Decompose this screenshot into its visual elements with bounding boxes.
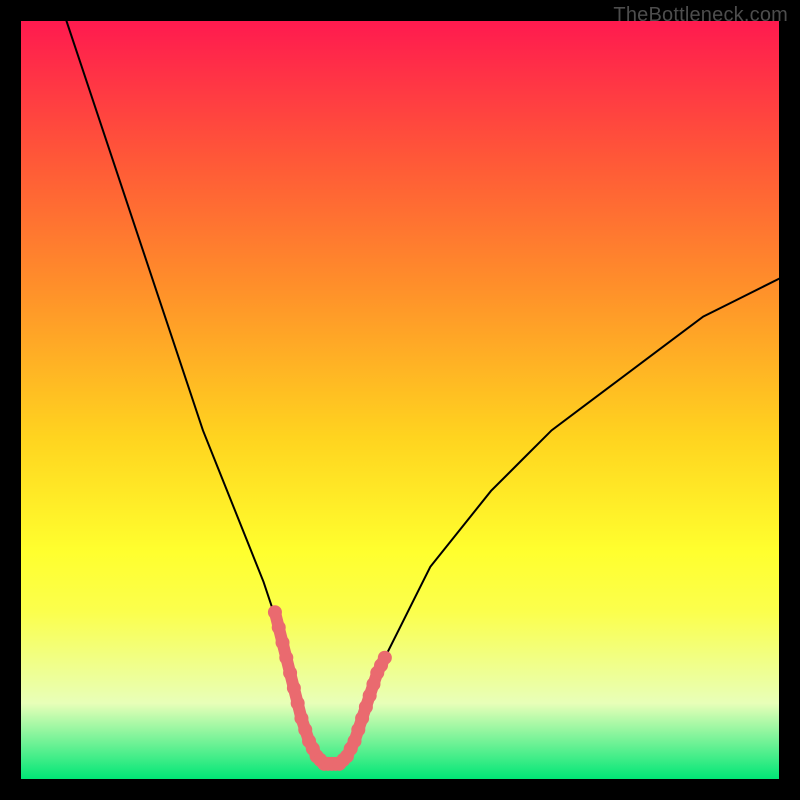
highlight-dot bbox=[287, 681, 301, 695]
highlight-dot bbox=[378, 651, 392, 665]
highlight-dot bbox=[268, 605, 282, 619]
highlight-dot bbox=[276, 636, 290, 650]
highlight-dot bbox=[279, 651, 293, 665]
highlight-dots bbox=[268, 605, 392, 771]
plot-area bbox=[21, 21, 779, 779]
highlight-dot bbox=[272, 620, 286, 634]
chart-frame: TheBottleneck.com bbox=[0, 0, 800, 800]
highlight-dot bbox=[283, 666, 297, 680]
chart-svg bbox=[21, 21, 779, 779]
watermark-text: TheBottleneck.com bbox=[613, 4, 788, 27]
highlight-dot bbox=[291, 696, 305, 710]
bottleneck-curve bbox=[66, 21, 779, 764]
